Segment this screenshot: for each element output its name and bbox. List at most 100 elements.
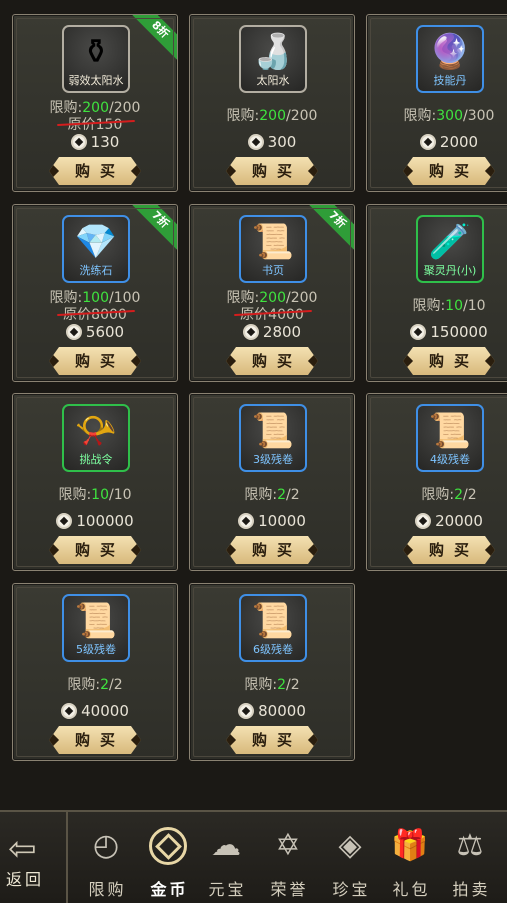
gold-coin-icon	[61, 703, 78, 719]
gold-coin-icon	[65, 324, 82, 340]
item-icon-frame[interactable]: 📜 书页	[239, 215, 307, 283]
gold-coin-icon	[247, 134, 264, 150]
buy-button[interactable]: 购买	[403, 157, 495, 185]
item-icon-frame[interactable]: 📜 4级残卷	[416, 404, 484, 472]
gold-coin-icon	[238, 513, 255, 529]
discount-ribbon: 8折	[126, 15, 177, 64]
purchase-limit: 限购:2/2	[13, 674, 177, 694]
limit-total: /2	[286, 487, 300, 503]
tab-label: 限购	[88, 880, 127, 899]
gold-coin-icon	[56, 513, 73, 529]
item-icon-frame[interactable]: 📯 挑战令	[62, 404, 130, 472]
item-price: 40000	[13, 702, 177, 720]
gold-coin-icon	[410, 324, 427, 340]
limit-current: 2	[100, 677, 109, 693]
tab-label: 元宝	[208, 880, 247, 899]
limit-total: /2	[109, 677, 123, 693]
item-icon-frame[interactable]: ⚱ 弱效太阳水	[62, 25, 130, 93]
buy-button[interactable]: 购买	[49, 726, 141, 754]
limit-current: 200	[259, 108, 286, 124]
shop-item-card: 🍶 太阳水限购:200/200 300 购买	[189, 14, 355, 192]
buy-button[interactable]: 购买	[49, 157, 141, 185]
shop-item-card: 📜 5级残卷限购:2/2 40000 购买	[12, 583, 178, 761]
purchase-limit: 限购:10/10	[13, 484, 177, 504]
item-name: 挑战令	[79, 453, 113, 466]
back-button[interactable]: ⇦ 返回	[0, 812, 68, 903]
item-icon-frame[interactable]: 🔮 技能丹	[416, 25, 484, 93]
item-icon: 🔮	[428, 32, 472, 72]
item-icon-frame[interactable]: 💎 洗练石	[62, 215, 130, 283]
purchase-limit: 限购:2/2	[190, 674, 354, 694]
purchase-limit: 限购:2/2	[190, 484, 354, 504]
shop-item-card: 🔮 技能丹限购:300/300 2000 购买	[366, 14, 507, 192]
price-value: 80000	[258, 702, 306, 720]
purchase-limit: 限购:200/200	[190, 105, 354, 125]
item-name: 太阳水	[256, 74, 290, 87]
limit-total: /10	[463, 298, 486, 314]
shop-item-card: 📜 书页 7折 限购:200/200 原价4000 2800 购买	[189, 204, 355, 382]
limit-prefix: 限购:	[226, 108, 260, 124]
limit-current: 2	[454, 487, 463, 503]
tab-treasure[interactable]: ◈ 珍宝	[320, 812, 380, 903]
item-price: 130	[13, 133, 177, 151]
limit-total: /2	[463, 487, 477, 503]
item-icon: 📜	[251, 222, 295, 262]
limit-prefix: 限购:	[244, 487, 278, 503]
buy-button[interactable]: 购买	[403, 347, 495, 375]
tab-limited[interactable]: ◴ 限购	[76, 812, 136, 903]
bottom-nav-bar: ⇦ 返回 ◴ 限购 金币 ☁ 元宝 ✡ 荣誉 ◈ 珍宝 🎁 礼包 ⚖ 拍卖	[0, 810, 507, 903]
item-name: 技能丹	[433, 74, 467, 87]
limit-total: /2	[286, 677, 300, 693]
item-price: 2000	[367, 133, 507, 151]
price-value: 5600	[85, 323, 125, 341]
buy-button[interactable]: 购买	[226, 347, 318, 375]
limit-total: /10	[109, 487, 132, 503]
item-icon: 📜	[251, 411, 295, 451]
price-value: 300	[267, 133, 297, 151]
item-price: 300	[190, 133, 354, 151]
price-value: 130	[90, 133, 120, 151]
buy-button[interactable]: 购买	[226, 726, 318, 754]
item-name: 3级残卷	[253, 453, 293, 466]
limit-current: 2	[277, 487, 286, 503]
item-icon-frame[interactable]: 📜 5级残卷	[62, 594, 130, 662]
item-name: 6级残卷	[253, 643, 293, 656]
tab-label: 拍卖	[452, 880, 491, 899]
item-icon-frame[interactable]: 🍶 太阳水	[239, 25, 307, 93]
limit-current: 300	[436, 108, 463, 124]
shop-item-card: 📜 4级残卷限购:2/2 20000 购买	[366, 393, 507, 571]
gold-coin-icon	[419, 134, 436, 150]
item-icon: 📯	[74, 411, 118, 451]
item-icon-frame[interactable]: 📜 3级残卷	[239, 404, 307, 472]
buy-button[interactable]: 购买	[226, 536, 318, 564]
buy-button[interactable]: 购买	[49, 347, 141, 375]
item-icon: 🍶	[251, 32, 295, 72]
purchase-limit: 限购:2/2	[367, 484, 507, 504]
limit-prefix: 限购:	[244, 677, 278, 693]
item-icon-frame[interactable]: 🧪 聚灵丹(小)	[416, 215, 484, 283]
shop-item-card: 📜 6级残卷限购:2/2 80000 购买	[189, 583, 355, 761]
gold-coin-icon	[415, 513, 432, 529]
tab-gold[interactable]: 金币	[138, 812, 198, 903]
tab-honor[interactable]: ✡ 荣誉	[258, 812, 318, 903]
tab-ingot[interactable]: ☁ 元宝	[196, 812, 256, 903]
buy-button[interactable]: 购买	[226, 157, 318, 185]
limit-current: 2	[277, 677, 286, 693]
item-icon: 📜	[251, 601, 295, 641]
item-icon-frame[interactable]: 📜 6级残卷	[239, 594, 307, 662]
item-price: 2800	[190, 323, 354, 341]
tab-gift[interactable]: 🎁 礼包	[380, 812, 440, 903]
star-badge-icon: ✡	[275, 828, 301, 863]
buy-button[interactable]: 购买	[49, 536, 141, 564]
buy-button[interactable]: 购买	[403, 536, 495, 564]
purchase-limit: 限购:300/300	[367, 105, 507, 125]
tab-label: 礼包	[392, 880, 431, 899]
price-value: 20000	[435, 512, 483, 530]
item-icon: 📜	[428, 411, 472, 451]
item-price: 100000	[13, 512, 177, 530]
tab-label: 金币	[150, 880, 189, 899]
limit-prefix: 限购:	[67, 677, 101, 693]
limit-total: /200	[286, 108, 318, 124]
tab-auction[interactable]: ⚖ 拍卖	[440, 812, 500, 903]
gem-icon: ◈	[338, 828, 362, 863]
